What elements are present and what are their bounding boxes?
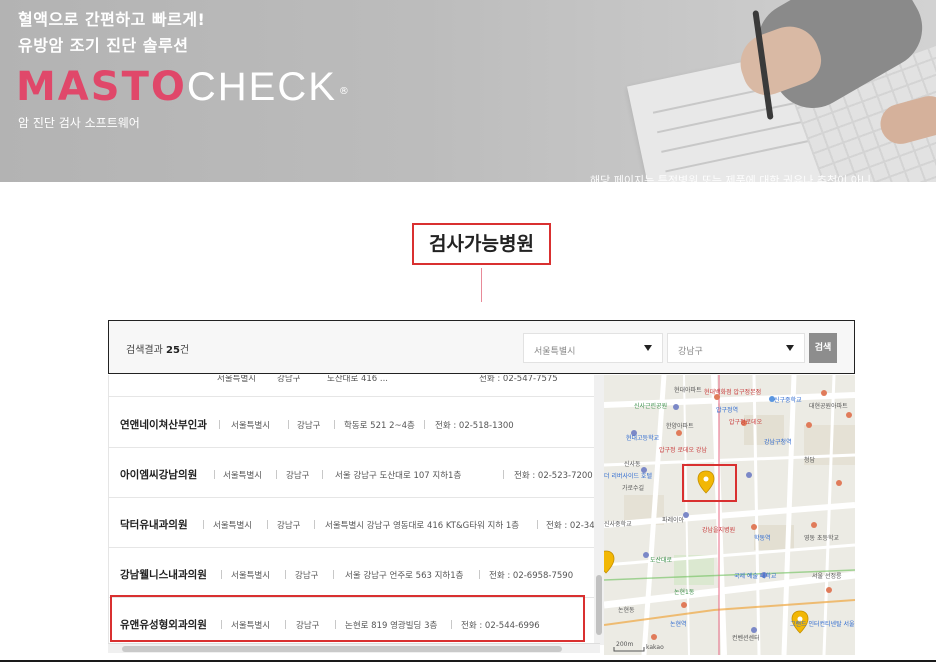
selected-row-highlight — [110, 595, 585, 642]
chevron-down-icon — [644, 345, 652, 351]
hospital-name: 강남웰니스내과의원 — [120, 569, 207, 581]
hospital-name: 아이엠씨강남의원 — [120, 469, 198, 481]
map-label: 도산대로 — [650, 557, 673, 564]
map-label: 강남구청역 — [764, 439, 792, 446]
list-item[interactable]: 닥터유내과의원 서울특별시 강남구 서울특별시 강남구 영동대로 416 KT&… — [109, 498, 594, 548]
search-button[interactable]: 검색 — [809, 333, 837, 363]
title-divider — [481, 268, 482, 302]
map-label: 한양아파트 — [666, 423, 694, 430]
list-vertical-scrollbar[interactable] — [594, 375, 604, 645]
map-label: 현대백화점 압구정본점 — [704, 389, 762, 396]
map-highlight-box — [682, 464, 737, 502]
result-count: 검색결과 25건 — [126, 341, 189, 356]
section-title: 검사가능병원 — [412, 223, 551, 265]
gugun-value: 강남구 — [678, 347, 703, 357]
list-item[interactable]: 아이엠씨강남의원 서울특별시 강남구 서울 강남구 도산대로 107 지하1층 … — [109, 448, 594, 498]
hospital-map[interactable]: 현대아파트 신사근린공원 현대백화점 압구정본점 압구정역 압구정로데오 신구중… — [604, 375, 855, 655]
map-label: 컨벤션센터 — [732, 635, 760, 642]
map-label: 서울 선정릉 — [812, 573, 842, 580]
banner-tagline-2: 유방암 조기 진단 솔루션 — [18, 36, 189, 55]
map-label: 더 리버사이드 호텔 — [604, 473, 652, 480]
map-label: 현대고등학교 — [626, 435, 660, 442]
hospital-district: 강남구 — [295, 571, 319, 581]
list-horizontal-scrollbar[interactable] — [108, 643, 600, 653]
logo-masto: MASTO — [16, 64, 187, 110]
map-label: 신사근린공원 — [634, 403, 668, 410]
hospital-address: 학동로 521 2~4층 — [344, 421, 415, 431]
map-label: 대현공원아파트 — [809, 403, 848, 410]
map-label: kakao — [646, 644, 664, 651]
hospital-address: 서울 강남구 언주로 563 지하1층 — [345, 571, 464, 581]
map-label: 영동 초등학교 — [804, 535, 840, 542]
map-label: 논현1동 — [674, 589, 695, 596]
result-suffix: 건 — [179, 345, 190, 356]
sido-value: 서울특별시 — [534, 347, 576, 357]
hospital-name: 연앤네이쳐산부인과 — [120, 419, 207, 431]
hospital-district: 강남구 — [277, 521, 301, 531]
chevron-down-icon — [786, 345, 794, 351]
banner-tagline-1: 혈액으로 간편하고 빠르게! — [18, 10, 206, 29]
map-scale-label: 200m — [616, 641, 634, 648]
mastocheck-logo: MASTOCHECK ® — [16, 62, 351, 117]
hospital-address: 서울특별시 강남구 영동대로 416 KT&G타워 지하 1층 — [325, 521, 520, 531]
map-label: 강남을지병원 — [702, 527, 736, 534]
map-label: 국제 예술 대학교 — [734, 573, 777, 580]
map-label: 신사동 — [624, 461, 641, 468]
hospital-district: 강남구 — [286, 471, 310, 481]
map-label: 학동역 — [754, 535, 771, 542]
list-item[interactable]: 강남웰니스내과의원 서울특별시 강남구 서울 강남구 언주로 563 지하1층 … — [109, 548, 594, 598]
map-label: 그랜드 인터컨티넨탈 서울 파르나스 — [790, 621, 855, 628]
map-label: 압구정로데오 — [729, 419, 763, 426]
hospital-city: 서울특별시 — [213, 521, 253, 531]
hospital-phone: 전화 : 02-518-1300 — [435, 421, 514, 431]
hospital-phone: 전화 : 02-547-7575 — [479, 375, 558, 384]
map-label: 논현역 — [670, 621, 687, 628]
hospital-city: 서울특별시 — [223, 471, 263, 481]
sido-select[interactable]: 서울특별시 — [523, 333, 663, 363]
result-prefix: 검색결과 — [126, 345, 163, 356]
map-label: 논현동 — [618, 607, 635, 614]
hero-banner: 혈액으로 간편하고 빠르게! 유방암 조기 진단 솔루션 MASTOCHECK ®… — [0, 0, 936, 182]
banner-subtitle: 암 진단 검사 소프트웨어 — [18, 116, 140, 130]
hospital-city: 서울특별시 — [231, 421, 271, 431]
banner-disclaimer: 해당 페이지는 특정병원 또는 제품에 대한 권유나 추천이 아니 — [590, 174, 871, 182]
gugun-select[interactable]: 강남구 — [667, 333, 805, 363]
hospital-city: 서울특별시 — [217, 375, 257, 384]
list-item[interactable]: 연앤네이쳐산부인과 서울특별시 강남구 학동로 521 2~4층 전화 : 02… — [109, 398, 594, 448]
page: 혈액으로 간편하고 빠르게! 유방암 조기 진단 솔루션 MASTOCHECK ®… — [0, 0, 936, 669]
list-item[interactable]: 서울특별시 강남구 도산대로 416 ... 전화 : 02-547-7575 — [109, 375, 594, 397]
map-label: 신구중학교 — [774, 397, 802, 404]
hospital-phone: 전화 : 02-523-7200 — [514, 471, 593, 481]
hospital-phone: 전화 : 02-6958-7590 — [489, 571, 574, 581]
map-label: 파레이아 — [662, 517, 685, 524]
hospital-district: 강남구 — [277, 375, 301, 384]
search-bar: 검색결과 25건 서울특별시 강남구 검색 — [108, 320, 855, 374]
map-label: 압구정역 — [716, 407, 739, 414]
map-label: 현대아파트 — [674, 387, 702, 394]
page-bottom-border — [0, 660, 936, 662]
hospital-address: 서울 강남구 도산대로 107 지하1층 — [335, 471, 462, 481]
logo-check: CHECK — [186, 65, 337, 109]
hospital-address: 도산대로 416 ... — [327, 375, 389, 384]
registered-mark: ® — [338, 86, 351, 97]
hospital-city: 서울특별시 — [231, 571, 271, 581]
map-label: 압구정 로데오 강남 — [659, 447, 707, 454]
hospital-district: 강남구 — [297, 421, 321, 431]
map-label: 가로수길 — [622, 485, 645, 492]
map-label: 청담 — [804, 457, 816, 464]
hospital-name: 닥터유내과의원 — [120, 519, 188, 531]
hospital-phone: 전화 : 02-34 — [546, 521, 594, 531]
map-label: 신사중학교 — [604, 521, 632, 528]
result-number: 25 — [166, 345, 180, 356]
